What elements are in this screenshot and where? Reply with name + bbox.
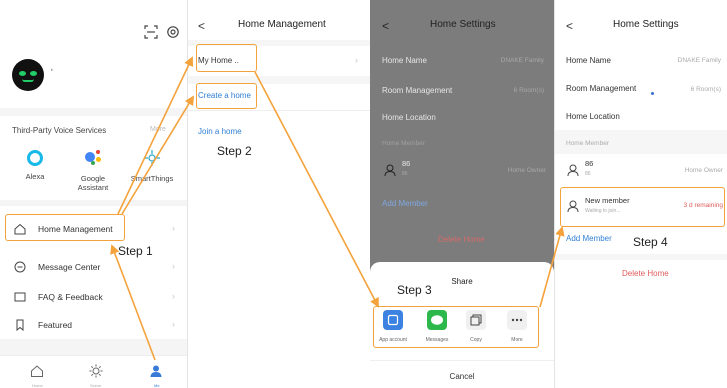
- member-row-owner[interactable]: 86 86 Home Owner: [380, 155, 550, 185]
- chevron-right-icon: ›: [172, 223, 175, 233]
- chevron-right-icon: ›: [355, 55, 358, 65]
- smartthings-icon: [144, 150, 160, 166]
- chevron-right-icon: ›: [172, 319, 175, 329]
- feedback-icon: [14, 292, 26, 302]
- member-sub: 86: [402, 171, 408, 177]
- home-name-value[interactable]: DNAKE Family: [501, 57, 544, 64]
- add-member-button[interactable]: Add Member: [566, 234, 612, 243]
- service-label: SmartThings: [130, 174, 174, 183]
- chevron-right-icon: ›: [172, 261, 175, 271]
- person-icon[interactable]: [149, 364, 163, 378]
- google-assistant-icon: [82, 148, 104, 168]
- home-management-screen: < Home Management My Home .. › Create a …: [187, 0, 370, 388]
- cancel-button[interactable]: Cancel: [370, 372, 554, 381]
- menu-item-faq-feedback[interactable]: FAQ & Feedback ›: [0, 282, 187, 312]
- delete-home-button[interactable]: Delete Home: [438, 235, 485, 244]
- message-icon: [14, 261, 26, 273]
- voice-services-card: Third-Party Voice Services More Alexa Go…: [0, 116, 187, 200]
- service-label: Alexa: [25, 172, 45, 181]
- member-row-owner[interactable]: 86 86 Home Owner: [563, 155, 725, 185]
- home-name-label: Home Name: [566, 56, 611, 65]
- alexa-icon: [27, 150, 43, 166]
- home-location-label[interactable]: Home Location: [566, 112, 620, 121]
- home-member-section: Home Member: [382, 140, 425, 147]
- user-name: ·: [50, 64, 54, 76]
- menu-item-label: Message Center: [38, 262, 101, 272]
- member-sub: 86: [585, 171, 591, 177]
- step-1-label: Step 1: [118, 244, 153, 258]
- page-title: Home Settings: [613, 19, 679, 30]
- tab-bar: Home Scene Me: [0, 355, 187, 388]
- bookmark-icon: [16, 319, 24, 331]
- highlight-my-home: [196, 44, 257, 72]
- delete-home-button[interactable]: Delete Home: [622, 269, 669, 278]
- highlight-new-member: [560, 187, 725, 227]
- room-management-value[interactable]: 6 Room(s): [514, 87, 544, 94]
- page-title: Home Management: [238, 19, 326, 30]
- add-member-button[interactable]: Add Member: [382, 199, 428, 208]
- home-settings-share-screen: < Home Settings Home Name DNAKE Family R…: [370, 0, 554, 388]
- back-button[interactable]: <: [198, 19, 205, 33]
- step-3-label: Step 3: [397, 283, 432, 297]
- home-member-section: Home Member: [566, 140, 609, 147]
- home-settings-screen: < Home Settings Home Name DNAKE Family R…: [554, 0, 727, 388]
- chevron-right-icon: ›: [172, 291, 175, 301]
- service-label: Google Assistant: [77, 174, 109, 192]
- avatar-eye: [30, 71, 37, 76]
- room-management-value[interactable]: 6 Room(s): [691, 86, 721, 93]
- back-button[interactable]: <: [382, 19, 389, 33]
- home-tab-icon[interactable]: [30, 364, 44, 378]
- step-4-label: Step 4: [633, 235, 668, 249]
- member-role: Home Owner: [507, 167, 546, 174]
- menu-item-label: FAQ & Feedback: [38, 292, 103, 302]
- member-avatar-icon: [567, 164, 579, 176]
- member-name: 86: [402, 159, 411, 168]
- page-title: Home Settings: [430, 19, 496, 30]
- step-2-label: Step 2: [217, 144, 252, 158]
- voice-services-more[interactable]: More: [150, 126, 166, 133]
- room-management-label: Room Management: [382, 86, 453, 95]
- home-location-label[interactable]: Home Location: [382, 113, 436, 122]
- avatar[interactable]: [12, 59, 44, 91]
- member-avatar-icon: [384, 164, 396, 176]
- menu-item-label: Featured: [38, 320, 73, 330]
- gear-icon[interactable]: [166, 25, 180, 39]
- home-name-label: Home Name: [382, 56, 427, 65]
- voice-services-title: Third-Party Voice Services: [12, 126, 107, 135]
- profile-header: ·: [0, 0, 187, 108]
- divider: [188, 110, 370, 111]
- divider: [370, 360, 554, 361]
- tab-label: Home: [32, 383, 43, 388]
- me-screen: · Third-Party Voice Services More Alexa …: [0, 0, 187, 388]
- menu-item-message-center[interactable]: Message Center ›: [0, 252, 187, 282]
- sun-icon[interactable]: [89, 364, 103, 378]
- service-smartthings[interactable]: SmartThings: [117, 148, 187, 183]
- loading-dot-icon: [651, 92, 654, 95]
- avatar-mouth: [22, 79, 34, 82]
- back-button[interactable]: <: [566, 19, 573, 33]
- avatar-eye: [19, 71, 26, 76]
- tab-label: Scene: [90, 383, 102, 388]
- member-role: Home Owner: [684, 167, 723, 174]
- divider: [555, 254, 727, 260]
- join-home-link[interactable]: Join a home: [198, 127, 242, 136]
- member-name: 86: [585, 159, 594, 168]
- scan-icon[interactable]: [144, 25, 158, 39]
- highlight-home-management: [5, 214, 125, 241]
- menu-item-featured[interactable]: Featured ›: [0, 310, 187, 340]
- room-management-label: Room Management: [566, 84, 637, 93]
- tab-label: Me: [154, 383, 160, 388]
- highlight-create-home: [196, 83, 257, 109]
- home-name-value[interactable]: DNAKE Family: [678, 57, 721, 64]
- highlight-share-options: [373, 306, 539, 348]
